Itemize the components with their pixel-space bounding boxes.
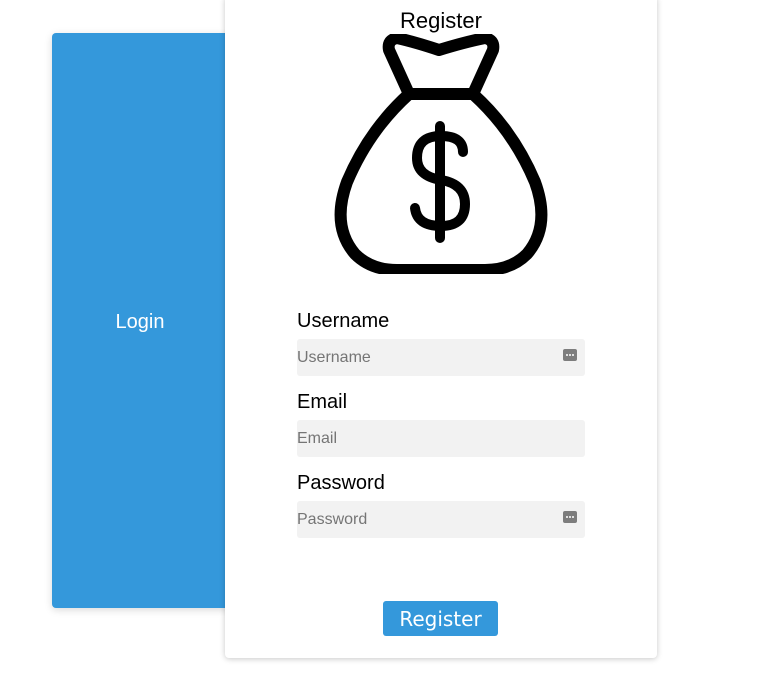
login-label[interactable]: Login [52, 311, 228, 334]
password-input[interactable] [297, 501, 585, 538]
money-bag-icon [334, 34, 548, 274]
stage: Login Register Username Email Password R… [0, 0, 779, 675]
email-input[interactable] [297, 420, 585, 457]
password-label: Password [297, 472, 385, 494]
register-card: Register Username Email Password Registe… [225, 0, 657, 658]
register-title: Register [400, 8, 482, 33]
register-button[interactable]: Register [383, 601, 498, 636]
username-input[interactable] [297, 339, 585, 376]
password-manager-icon[interactable] [563, 511, 577, 523]
password-manager-icon[interactable] [563, 349, 577, 361]
login-panel[interactable]: Login [52, 33, 252, 608]
username-label: Username [297, 310, 390, 332]
email-label: Email [297, 391, 348, 413]
